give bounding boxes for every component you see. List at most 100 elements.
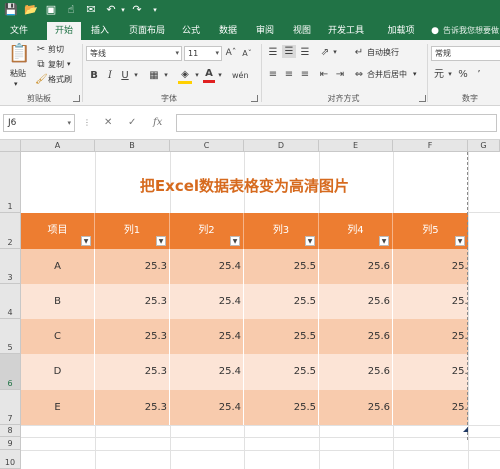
table-cell[interactable]: 25.4 xyxy=(170,249,244,284)
row-header-3[interactable]: 3 xyxy=(0,249,21,284)
table-cell[interactable]: 25.7 xyxy=(393,319,468,354)
tab-view[interactable]: 视图 xyxy=(286,22,318,40)
currency-dropdown-icon[interactable]: ▾ xyxy=(446,68,454,81)
format-painter-button[interactable]: 格式刷 xyxy=(48,73,72,86)
row-header-8[interactable]: 8 xyxy=(0,425,21,437)
row-header-2[interactable]: 2 xyxy=(0,213,21,249)
column-header-c[interactable]: C xyxy=(170,140,244,152)
fill-color-icon[interactable]: ◈ xyxy=(178,68,192,84)
table-header-cell[interactable]: 列1 ▼ xyxy=(95,213,170,249)
decrease-indent-icon[interactable]: ⇤ xyxy=(317,68,331,81)
row-header-9[interactable]: 9 xyxy=(0,437,21,450)
fill-color-dropdown-icon[interactable]: ▾ xyxy=(193,69,201,82)
tab-review[interactable]: 审阅 xyxy=(249,22,281,40)
column-header-d[interactable]: D xyxy=(244,140,319,152)
customize-toolbar-icon[interactable]: ▾ xyxy=(148,3,162,17)
paste-dropdown-icon[interactable]: ▾ xyxy=(14,78,18,91)
email-icon[interactable]: ✉ xyxy=(84,3,98,17)
align-middle-icon[interactable]: ☰ xyxy=(282,45,296,58)
table-cell[interactable]: 25.3 xyxy=(95,354,170,390)
filter-dropdown-icon[interactable]: ▼ xyxy=(305,236,315,246)
table-cell[interactable]: 25.4 xyxy=(170,319,244,354)
table-cell[interactable]: 25.5 xyxy=(244,284,319,319)
table-cell[interactable]: 25.3 xyxy=(95,390,170,425)
save-icon[interactable]: 💾 xyxy=(4,3,18,17)
alignment-launcher-icon[interactable] xyxy=(419,95,426,102)
table-cell[interactable]: 25.7 xyxy=(393,284,468,319)
table-header-cell[interactable]: 列5 ▼ xyxy=(393,213,468,249)
percent-icon[interactable]: % xyxy=(457,68,469,81)
table-cell[interactable]: 25.5 xyxy=(244,354,319,390)
enter-icon[interactable]: ✓ xyxy=(128,116,136,130)
row-header-10[interactable]: 10 xyxy=(0,450,21,469)
table-cell-item[interactable]: C xyxy=(21,319,95,354)
tab-data[interactable]: 数据 xyxy=(212,22,244,40)
paste-icon[interactable]: 📋 xyxy=(8,44,30,64)
name-box[interactable]: J6 ▾ xyxy=(3,114,75,132)
tab-page-layout[interactable]: 页面布局 xyxy=(121,22,173,40)
align-top-icon[interactable]: ☰ xyxy=(266,46,280,59)
table-cell[interactable]: 25.6 xyxy=(319,390,393,425)
align-left-icon[interactable]: ≡ xyxy=(266,68,280,81)
worksheet-grid[interactable]: A B C D E F G 1 2 3 4 5 6 7 8 9 10 把Exce… xyxy=(0,140,500,469)
font-color-dropdown-icon[interactable]: ▾ xyxy=(216,69,224,82)
tab-addins[interactable]: 加载项 xyxy=(379,22,423,40)
wrap-text-button[interactable]: 自动换行 xyxy=(367,46,399,59)
table-cell[interactable]: 25.3 xyxy=(95,319,170,354)
table-header-cell[interactable]: 列2 ▼ xyxy=(170,213,244,249)
number-format-select[interactable]: 常规 xyxy=(431,46,500,61)
bold-button[interactable]: B xyxy=(88,69,100,82)
orientation-dropdown-icon[interactable]: ▾ xyxy=(331,46,339,59)
table-cell[interactable]: 25.3 xyxy=(95,249,170,284)
table-cell[interactable]: 25.4 xyxy=(170,354,244,390)
cancel-icon[interactable]: ✕ xyxy=(104,116,112,130)
column-header-f[interactable]: F xyxy=(393,140,468,152)
touch-mode-icon[interactable]: ☝ xyxy=(64,3,78,17)
increase-font-icon[interactable]: Aˆ xyxy=(224,47,238,60)
clipboard-launcher-icon[interactable] xyxy=(73,95,80,102)
table-header-cell[interactable]: 列3 ▼ xyxy=(244,213,319,249)
tab-home[interactable]: 开始 xyxy=(47,22,81,40)
align-bottom-icon[interactable]: ☰ xyxy=(298,46,312,59)
phonetic-icon[interactable]: wén xyxy=(232,69,249,82)
filter-dropdown-icon[interactable]: ▼ xyxy=(230,236,240,246)
tell-me-box[interactable]: 告诉我您想要做 xyxy=(443,22,500,40)
currency-icon[interactable]: 元 xyxy=(432,68,446,81)
copy-dropdown-icon[interactable]: ▾ xyxy=(67,58,71,71)
redo-icon[interactable]: ↷ xyxy=(130,3,144,17)
paste-button[interactable]: 粘贴 xyxy=(6,67,30,80)
table-cell[interactable]: 25.5 xyxy=(244,390,319,425)
more-dots-icon[interactable]: ⋮ xyxy=(83,116,91,130)
border-dropdown-icon[interactable]: ▾ xyxy=(162,69,170,82)
merge-center-button[interactable]: 合并后居中 xyxy=(367,68,407,81)
filter-dropdown-icon[interactable]: ▼ xyxy=(81,236,91,246)
table-cell[interactable]: 25.6 xyxy=(319,354,393,390)
insert-function-icon[interactable]: fx xyxy=(153,116,162,130)
select-all-corner[interactable] xyxy=(0,140,21,152)
table-cell[interactable]: 25.6 xyxy=(319,319,393,354)
filter-dropdown-icon[interactable]: ▼ xyxy=(455,236,465,246)
table-cell[interactable]: 25.3 xyxy=(95,284,170,319)
font-launcher-icon[interactable] xyxy=(251,95,258,102)
table-cell[interactable]: 25.4 xyxy=(170,390,244,425)
tab-file[interactable]: 文件 xyxy=(2,22,36,40)
table-cell[interactable]: 25.6 xyxy=(319,284,393,319)
table-cell[interactable]: 25.4 xyxy=(170,284,244,319)
filter-dropdown-icon[interactable]: ▼ xyxy=(379,236,389,246)
table-cell[interactable]: 25.7 xyxy=(393,249,468,284)
sheet-title[interactable]: 把Excel数据表格变为高清图片 xyxy=(21,174,468,198)
column-header-e[interactable]: E xyxy=(319,140,393,152)
underline-dropdown-icon[interactable]: ▾ xyxy=(132,69,140,82)
decrease-font-icon[interactable]: Aˇ xyxy=(240,47,254,60)
tab-insert[interactable]: 插入 xyxy=(84,22,116,40)
row-header-6[interactable]: 6 xyxy=(0,354,21,390)
table-cell-item[interactable]: B xyxy=(21,284,95,319)
column-header-a[interactable]: A xyxy=(21,140,95,152)
copy-button[interactable]: 复制 xyxy=(48,58,64,71)
table-cell-item[interactable]: E xyxy=(21,390,95,425)
column-header-g[interactable]: G xyxy=(468,140,500,152)
filter-dropdown-icon[interactable]: ▼ xyxy=(156,236,166,246)
row-header-5[interactable]: 5 xyxy=(0,319,21,354)
column-header-b[interactable]: B xyxy=(95,140,170,152)
formula-input[interactable] xyxy=(176,114,497,132)
